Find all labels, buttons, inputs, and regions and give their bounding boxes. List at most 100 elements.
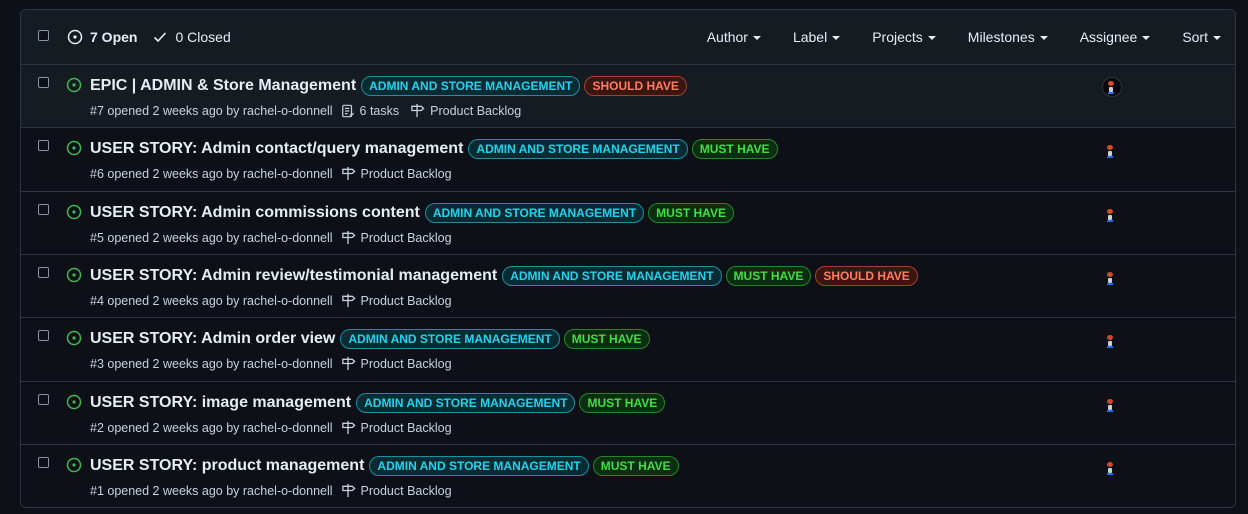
issue-meta: #7 opened 2 weeks ago by rachel-o-donnel… [90,103,532,118]
issue-label-must[interactable]: MUST HAVE [579,393,666,413]
issue-title-link[interactable]: USER STORY: image management [90,394,351,412]
issue-row[interactable]: USER STORY: product management ADMIN AND … [21,445,1235,507]
label-filter[interactable]: Label [792,29,841,45]
closed-count-label: 0 Closed [175,29,231,45]
issue-label-must[interactable]: MUST HAVE [725,266,812,286]
issue-label-admin[interactable]: ADMIN AND STORE MANAGEMENT [468,139,688,159]
issue-label-admin[interactable]: ADMIN AND STORE MANAGEMENT [361,76,581,96]
task-count-label: 6 tasks [359,103,400,118]
project-signpost-icon [341,293,356,308]
assignee-filter[interactable]: Assignee [1080,29,1151,45]
issue-label-must[interactable]: MUST HAVE [691,139,778,159]
assignee-avatar[interactable] [1102,332,1122,352]
caret-down-icon [1213,36,1221,40]
issue-opened-by: #3 opened 2 weeks ago by rachel-o-donnel… [90,356,333,371]
issue-open-icon [66,394,82,410]
issue-checkbox[interactable] [38,330,49,341]
projects-filter[interactable]: Projects [872,29,936,45]
project-link[interactable]: Product Backlog [341,420,452,435]
author-filter-label: Author [706,29,748,45]
project-link[interactable]: Product Backlog [410,103,521,118]
state-toggles: 7 Open 0 Closed [67,10,246,64]
issue-open-icon [66,457,82,473]
issue-label-admin[interactable]: ADMIN AND STORE MANAGEMENT [369,456,589,476]
assignee-avatar[interactable] [1102,396,1122,416]
issue-row[interactable]: USER STORY: Admin order view ADMIN AND ST… [21,318,1235,382]
issue-title-line: EPIC | ADMIN & Store Management ADMIN AND… [90,76,691,96]
issues-header: 7 Open 0 Closed Author Label Projects Mi… [21,10,1235,65]
issue-label-admin[interactable]: ADMIN AND STORE MANAGEMENT [340,329,560,349]
issue-label-should[interactable]: SHOULD HAVE [584,76,687,96]
issue-meta: #2 opened 2 weeks ago by rachel-o-donnel… [90,420,463,435]
issue-title-link[interactable]: USER STORY: Admin contact/query manageme… [90,140,463,158]
assignee-avatar[interactable] [1102,206,1122,226]
assignee-avatar[interactable] [1102,269,1122,289]
label-filter-label: Label [792,29,828,45]
issue-checkbox[interactable] [38,267,49,278]
issue-meta: #4 opened 2 weeks ago by rachel-o-donnel… [90,293,463,308]
assignee-avatar[interactable] [1102,459,1122,479]
issue-title-line: USER STORY: Admin order view ADMIN AND ST… [90,329,654,349]
caret-down-icon [752,36,761,40]
issue-meta: #5 opened 2 weeks ago by rachel-o-donnel… [90,230,463,245]
project-signpost-icon [341,483,356,498]
issue-label-must[interactable]: MUST HAVE [592,456,679,476]
issues-list: 7 Open 0 Closed Author Label Projects Mi… [20,9,1236,508]
project-signpost-icon [341,356,356,371]
open-issues-toggle[interactable]: 7 Open [67,29,137,45]
issue-checkbox[interactable] [38,457,49,468]
issue-label-admin[interactable]: ADMIN AND STORE MANAGEMENT [356,393,576,413]
select-all-checkbox[interactable] [38,30,49,41]
milestones-filter-label: Milestones [967,29,1035,45]
issue-title-link[interactable]: EPIC | ADMIN & Store Management [90,77,356,95]
issue-title-link[interactable]: USER STORY: Admin order view [90,330,335,348]
issue-label-admin[interactable]: ADMIN AND STORE MANAGEMENT [424,203,645,223]
project-signpost-icon [341,420,356,435]
issue-open-icon [66,204,82,220]
closed-issues-toggle[interactable]: 0 Closed [152,29,231,45]
issue-title-link[interactable]: USER STORY: product management [90,457,364,475]
project-link[interactable]: Product Backlog [341,230,452,245]
check-icon [154,32,167,43]
project-link[interactable]: Product Backlog [341,293,452,308]
issue-checkbox[interactable] [38,77,49,88]
issue-label-must[interactable]: MUST HAVE [563,329,650,349]
project-signpost-icon [341,166,356,181]
issue-meta: #1 opened 2 weeks ago by rachel-o-donnel… [90,483,463,498]
issue-row[interactable]: EPIC | ADMIN & Store Management ADMIN AND… [21,65,1235,128]
project-label: Product Backlog [360,293,452,308]
assignee-avatar[interactable] [1102,142,1122,162]
issue-meta: #6 opened 2 weeks ago by rachel-o-donnel… [90,166,463,181]
issue-label-admin[interactable]: ADMIN AND STORE MANAGEMENT [502,266,722,286]
project-link[interactable]: Product Backlog [341,483,452,498]
issue-opened-by: #1 opened 2 weeks ago by rachel-o-donnel… [90,483,333,498]
assignee-filter-label: Assignee [1079,29,1138,45]
issue-row[interactable]: USER STORY: image management ADMIN AND ST… [21,382,1235,445]
project-label: Product Backlog [360,483,452,498]
caret-down-icon [1142,36,1151,40]
project-link[interactable]: Product Backlog [341,356,452,371]
issue-row[interactable]: USER STORY: Admin commissions content ADM… [21,192,1235,255]
issue-checkbox[interactable] [38,394,49,405]
issue-label-must[interactable]: MUST HAVE [648,203,734,223]
caret-down-icon [1039,36,1048,40]
assignee-avatar[interactable] [1102,77,1122,97]
issue-row[interactable]: USER STORY: Admin contact/query manageme… [21,128,1235,192]
issue-checkbox[interactable] [38,140,49,151]
issue-opened-by: #4 opened 2 weeks ago by rachel-o-donnel… [90,293,333,308]
issue-title-line: USER STORY: Admin contact/query manageme… [90,139,782,159]
project-link[interactable]: Product Backlog [341,166,452,181]
milestones-filter[interactable]: Milestones [968,29,1048,45]
issue-open-icon [66,140,82,156]
task-count[interactable]: 6 tasks [341,103,400,118]
issue-title-link[interactable]: USER STORY: Admin commissions content [90,204,420,222]
issue-title-link[interactable]: USER STORY: Admin review/testimonial man… [90,267,497,285]
project-label: Product Backlog [360,230,452,245]
author-filter[interactable]: Author [707,29,761,45]
project-label: Product Backlog [360,420,452,435]
issue-checkbox[interactable] [38,204,49,215]
issue-label-should[interactable]: SHOULD HAVE [815,266,918,286]
open-count-label: 7 Open [90,29,138,45]
issue-row[interactable]: USER STORY: Admin review/testimonial man… [21,255,1235,318]
sort-filter[interactable]: Sort [1182,29,1221,45]
